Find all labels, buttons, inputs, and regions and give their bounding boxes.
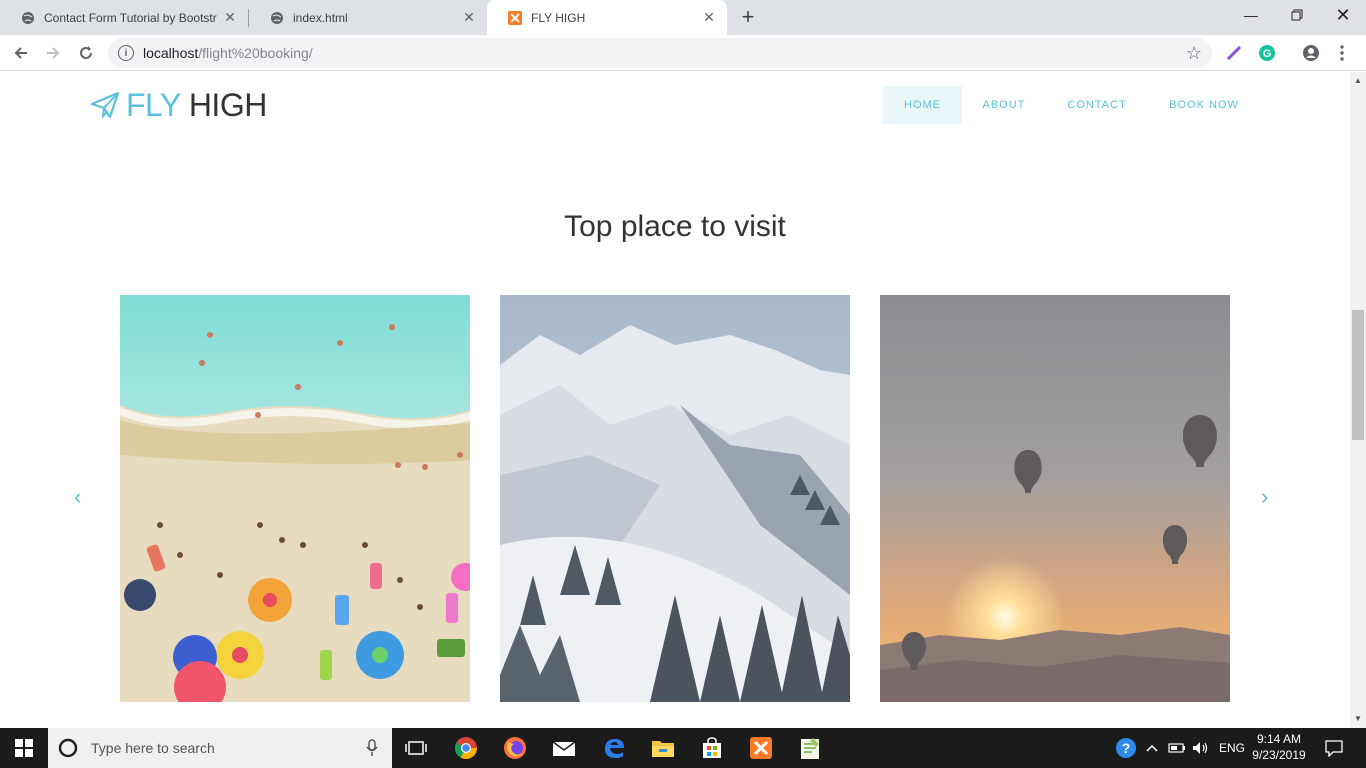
scroll-up-arrow-icon[interactable]: ▲ — [1354, 76, 1362, 85]
close-tab-icon[interactable]: ✕ — [701, 9, 717, 26]
profile-avatar-icon[interactable] — [1302, 44, 1320, 62]
brand-fly: FLY — [126, 86, 181, 123]
help-icon[interactable]: ? — [1110, 732, 1142, 764]
restore-button[interactable] — [1274, 0, 1320, 30]
search-placeholder: Type here to search — [91, 740, 215, 756]
tab-index[interactable]: index.html ✕ — [249, 0, 487, 35]
beach-image[interactable] — [120, 295, 470, 702]
language-indicator[interactable]: ENG — [1219, 728, 1245, 768]
taskbar-clock[interactable]: 9:14 AM 9/23/2019 — [1244, 731, 1314, 763]
url-text: localhost/flight%20booking/ — [143, 45, 313, 61]
tab-title: Contact Form Tutorial by Bootstr — [44, 10, 217, 25]
nav-contact[interactable]: CONTACT — [1052, 86, 1142, 124]
svg-text:?: ? — [1122, 740, 1131, 756]
close-window-button[interactable]: ✕ — [1320, 0, 1366, 30]
back-button[interactable] — [7, 39, 35, 67]
cortana-circle-icon — [58, 738, 78, 758]
site-logo[interactable]: FLY HIGH — [90, 86, 267, 124]
menu-dots-icon[interactable] — [1333, 44, 1351, 62]
xampp-icon[interactable] — [745, 732, 777, 764]
tab-contact-form[interactable]: Contact Form Tutorial by Bootstr ✕ — [0, 0, 248, 35]
page-scrollbar[interactable]: ▲ ▼ — [1350, 72, 1366, 728]
xampp-icon — [507, 10, 523, 26]
new-tab-button[interactable]: + — [736, 4, 760, 29]
notifications-icon[interactable] — [1318, 732, 1350, 764]
taskbar-search-box[interactable]: Type here to search — [48, 728, 392, 768]
browser-tab-strip: Contact Form Tutorial by Bootstr ✕ index… — [0, 0, 1366, 35]
section-title: Top place to visit — [564, 210, 786, 243]
reload-button[interactable] — [72, 39, 100, 67]
task-view-icon[interactable] — [400, 732, 432, 764]
web-page: FLY HIGH HOME ABOUT CONTACT BOOK NOW Top… — [0, 72, 1350, 728]
scrollbar-thumb[interactable] — [1352, 310, 1364, 440]
edge-icon[interactable] — [598, 732, 630, 764]
tab-fly-high[interactable]: FLY HIGH ✕ — [487, 0, 727, 35]
site-info-icon[interactable]: i — [118, 45, 134, 61]
close-tab-icon[interactable]: ✕ — [222, 9, 238, 26]
carousel-prev-arrow[interactable]: ‹ — [74, 484, 81, 510]
address-bar[interactable]: i localhost/flight%20booking/ ☆ — [108, 38, 1212, 68]
nav-home[interactable]: HOME — [883, 86, 962, 124]
clock-time: 9:14 AM — [1256, 732, 1302, 746]
forward-button[interactable] — [39, 39, 67, 67]
browser-toolbar: i localhost/flight%20booking/ ☆ G — [0, 35, 1366, 71]
nav-book-now[interactable]: BOOK NOW — [1155, 86, 1253, 124]
microphone-icon[interactable] — [366, 739, 378, 757]
tab-title: index.html — [293, 10, 348, 25]
close-tab-icon[interactable]: ✕ — [461, 9, 477, 26]
bookmark-star-icon[interactable]: ☆ — [1186, 43, 1202, 64]
carousel-next-arrow[interactable]: › — [1261, 484, 1268, 510]
file-explorer-icon[interactable] — [647, 732, 679, 764]
paper-plane-icon — [90, 91, 120, 119]
start-windows-icon[interactable] — [8, 732, 40, 764]
mail-icon[interactable] — [548, 732, 580, 764]
globe-icon — [20, 10, 36, 26]
nav-about[interactable]: ABOUT — [965, 86, 1043, 124]
pen-extension-icon[interactable] — [1225, 44, 1243, 62]
battery-icon[interactable] — [1168, 728, 1186, 768]
brand-high: HIGH — [188, 86, 268, 123]
grammarly-icon[interactable]: G — [1258, 44, 1276, 62]
mountain-image[interactable] — [500, 295, 850, 702]
chrome-icon[interactable] — [450, 732, 482, 764]
globe-icon — [269, 10, 285, 26]
tab-title: FLY HIGH — [531, 10, 586, 25]
show-hidden-icons-chevron-icon[interactable] — [1146, 728, 1158, 768]
store-icon[interactable] — [696, 732, 728, 764]
minimize-button[interactable]: — — [1228, 0, 1274, 30]
scroll-down-arrow-icon[interactable]: ▼ — [1354, 714, 1362, 723]
hot-air-balloons-image[interactable] — [880, 295, 1230, 702]
windows-taskbar: Type here to search ? ENG 9:14 AM 9/23/2… — [0, 728, 1366, 768]
notepad-plus-plus-icon[interactable] — [794, 732, 826, 764]
svg-text:G: G — [1263, 48, 1272, 60]
firefox-icon[interactable] — [499, 732, 531, 764]
volume-icon[interactable] — [1192, 728, 1210, 768]
clock-date: 9/23/2019 — [1252, 748, 1306, 762]
